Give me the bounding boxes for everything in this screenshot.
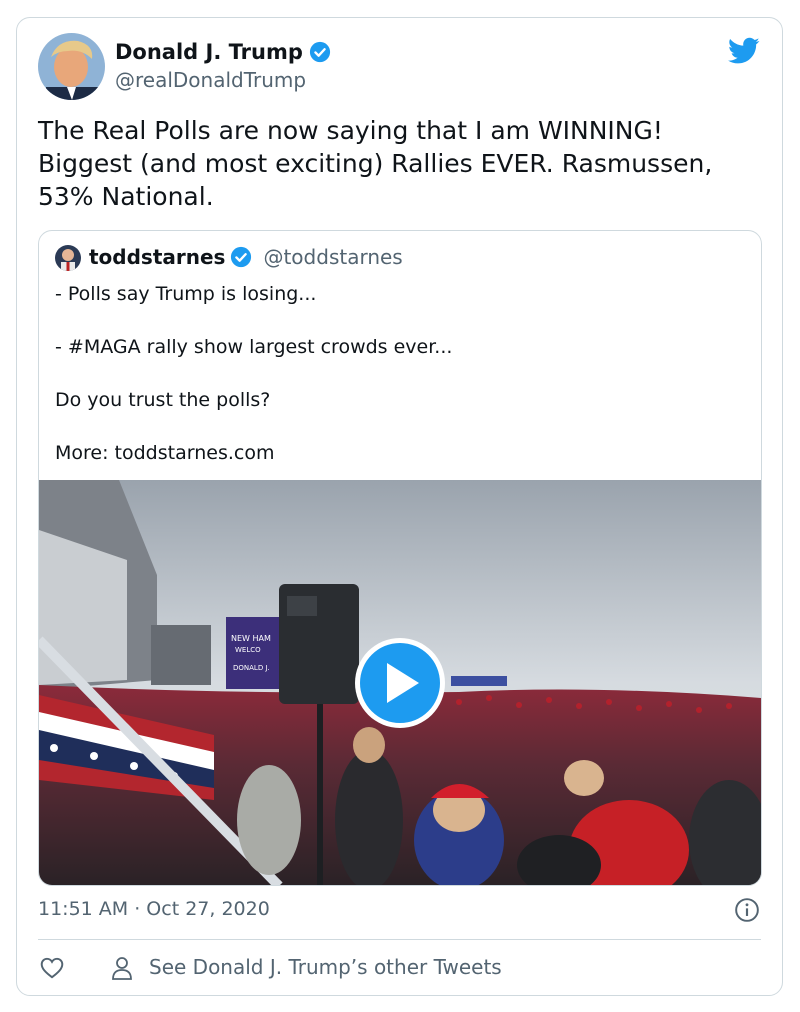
quoted-author-avatar[interactable] [55, 245, 81, 271]
verified-badge-icon [309, 41, 330, 63]
author-handle[interactable]: @realDonaldTrump [115, 68, 306, 92]
person-icon [112, 957, 132, 980]
twitter-bird-icon[interactable] [728, 37, 760, 65]
tweet-timestamp[interactable]: 11:51 AM · Oct 27, 2020 [38, 898, 270, 920]
author-avatar[interactable] [38, 33, 105, 100]
quoted-author-row: toddstarnes @toddstarnes [89, 245, 403, 269]
embedded-tweet-card[interactable]: Donald J. Trump @realDonaldTrump The Rea… [16, 17, 783, 996]
quoted-author-handle[interactable]: @toddstarnes [263, 245, 402, 269]
quoted-tweet-text: - Polls say Trump is losing... - #MAGA r… [55, 283, 453, 464]
quoted-tweet[interactable]: toddstarnes @toddstarnes - Polls say Tru… [38, 230, 762, 886]
svg-text:DONALD J.: DONALD J. [233, 664, 270, 672]
quoted-author-name[interactable]: toddstarnes [89, 245, 225, 269]
author-display-name[interactable]: Donald J. Trump [115, 40, 303, 64]
play-icon[interactable] [360, 643, 440, 723]
footer-divider [38, 939, 761, 940]
other-tweets-link[interactable]: See Donald J. Trump’s other Tweets [149, 955, 502, 979]
tweet-text: The Real Polls are now saying that I am … [38, 116, 713, 211]
heart-icon[interactable] [39, 955, 65, 981]
verified-badge-icon [231, 246, 252, 268]
info-icon[interactable] [734, 897, 760, 923]
banner-text: NEW HAM [231, 634, 271, 643]
svg-text:WELCO: WELCO [235, 646, 261, 654]
author-name-row: Donald J. Trump [115, 40, 331, 64]
rally-video[interactable]: NEW HAM WELCO DONALD J. [39, 480, 761, 885]
